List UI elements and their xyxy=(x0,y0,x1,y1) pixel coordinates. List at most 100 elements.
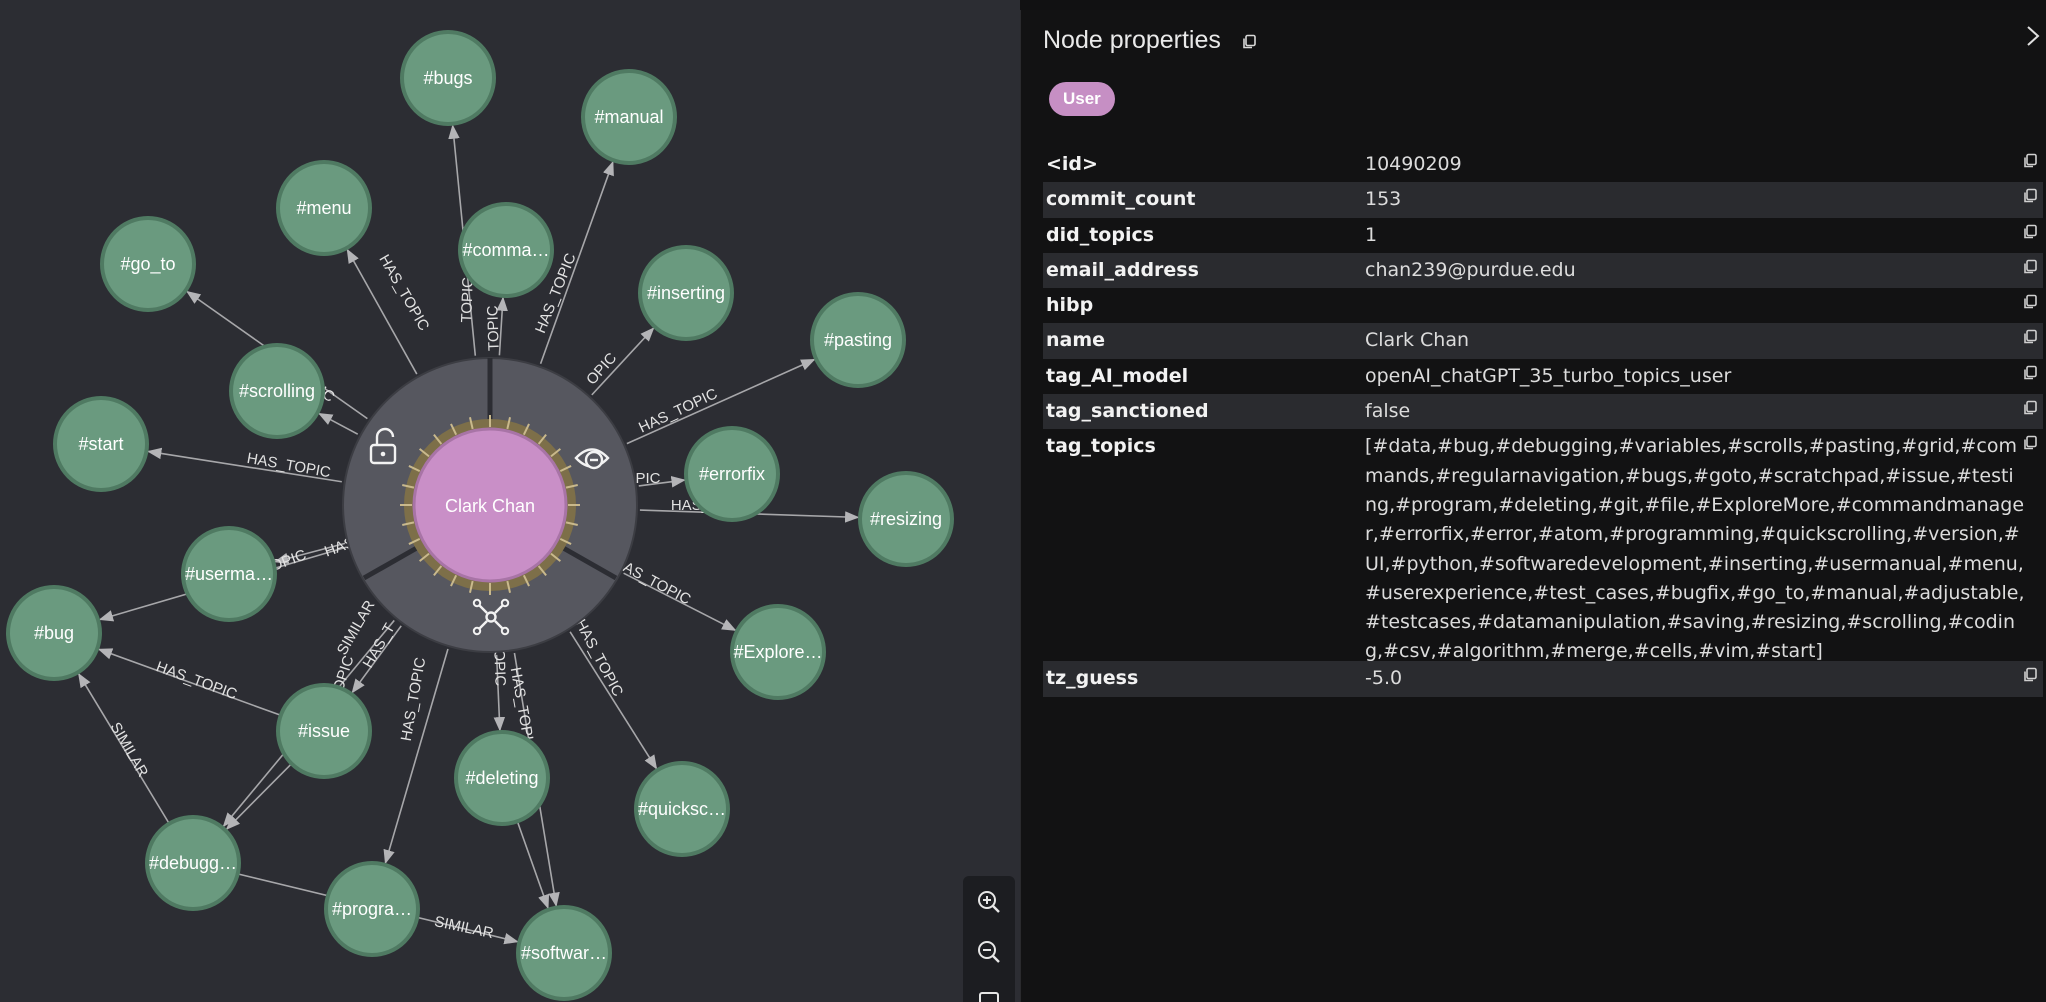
copy-property-button[interactable] xyxy=(2021,667,2039,685)
topic-node-label: #start xyxy=(78,434,123,454)
edge-has-topic[interactable] xyxy=(318,412,359,435)
topic-node-scrolling[interactable]: #scrolling xyxy=(229,343,325,439)
center-user-node[interactable]: Clark Chan xyxy=(445,496,535,516)
edge-label: HAS_TOPIC xyxy=(636,385,720,436)
topic-node-quicksc[interactable]: #quicksc… xyxy=(634,761,730,857)
topic-node-start[interactable]: #start xyxy=(53,396,149,492)
zoom-out-button[interactable] xyxy=(969,932,1009,972)
copy-icon xyxy=(2024,436,2037,450)
copy-property-button[interactable] xyxy=(2021,224,2039,242)
topic-node-label: #quicksc… xyxy=(638,799,726,819)
copy-icon xyxy=(2024,153,2037,168)
topic-node-label: #Explore… xyxy=(733,642,822,662)
topic-node-softwar[interactable]: #softwar… xyxy=(516,905,612,1001)
topic-node-inserting[interactable]: #inserting xyxy=(638,245,734,341)
topic-node-debugg[interactable]: #debugg… xyxy=(145,815,241,911)
property-value: openAI_chatGPT_35_turbo_topics_user xyxy=(1365,364,1732,387)
property-row: tz_guess -5.0 xyxy=(1043,661,2043,697)
property-value: 153 xyxy=(1365,188,1402,211)
copy-property-button[interactable] xyxy=(2021,435,2039,453)
property-row: commit_count 153 xyxy=(1043,182,2043,218)
property-key: hibp xyxy=(1046,294,1094,317)
copy-icon xyxy=(2024,259,2037,274)
property-value: -5.0 xyxy=(1365,667,1403,690)
graph-canvas[interactable]: TOPIC TOPIC HAS_TOPIC OPIC HAS_TOPIC PIC HAS_T… xyxy=(0,0,1020,1002)
copy-property-button[interactable] xyxy=(2021,365,2039,383)
topic-node-label: #deleting xyxy=(465,768,538,788)
edge-label: SIMILAR xyxy=(433,913,495,942)
topic-node-deleting[interactable]: #deleting xyxy=(454,730,550,826)
topic-node-goto[interactable]: #go_to xyxy=(100,216,196,312)
topic-node-label: #userma… xyxy=(185,564,273,584)
edge-label: SIMILAR xyxy=(107,720,152,781)
property-row: tag_AI_model openAI_chatGPT_35_turbo_topi… xyxy=(1043,359,2043,394)
copy-property-button[interactable] xyxy=(2021,259,2039,277)
property-key: tag_AI_model xyxy=(1046,364,1189,387)
edge-similar[interactable] xyxy=(516,821,550,910)
copy-property-button[interactable] xyxy=(2021,153,2039,171)
copy-property-button[interactable] xyxy=(2021,188,2039,206)
edge-has-topic[interactable] xyxy=(569,631,658,770)
topic-node-issue[interactable]: #issue xyxy=(276,683,372,779)
topic-node-label: #resizing xyxy=(870,509,942,529)
edge-label: PIC xyxy=(635,470,660,487)
graph-svg[interactable]: TOPICTOPIC HAS_TOPICOPICHAS_TOPICPICHAS_T… xyxy=(0,0,1020,1002)
property-key: email_address xyxy=(1046,258,1199,281)
topic-node-label: #progra… xyxy=(332,899,412,919)
topic-node-label: #menu xyxy=(296,198,351,218)
property-row: tag_topics [#data,#bug,#debugging,#variab… xyxy=(1043,429,2043,662)
node-label-badge[interactable]: User xyxy=(1049,82,1115,116)
topic-node-progra[interactable]: #progra… xyxy=(324,861,420,957)
topic-node-resizing[interactable]: #resizing xyxy=(858,471,954,567)
copy-icon xyxy=(2024,294,2037,309)
collapse-panel-button[interactable] xyxy=(2021,24,2045,48)
topic-node-label: #comma… xyxy=(462,240,549,260)
topic-node-label: #bug xyxy=(34,623,74,643)
properties-table: <id> 10490209 commit_count 153 did_topics 1 em… xyxy=(1043,147,2043,697)
topic-node-pasting[interactable]: #pasting xyxy=(810,292,906,388)
topic-node-label: #inserting xyxy=(647,283,725,303)
property-key: commit_count xyxy=(1046,188,1196,211)
zoom-in-icon xyxy=(978,891,1000,913)
copy-property-button[interactable] xyxy=(2021,294,2039,312)
topic-node-manual[interactable]: #manual xyxy=(581,69,677,165)
fit-to-screen-icon xyxy=(979,992,999,1002)
property-value: [#data,#bug,#debugging,#variables,#scrol… xyxy=(1365,435,2025,663)
property-key: did_topics xyxy=(1046,223,1155,246)
topic-node-errorfix[interactable]: #errorfix xyxy=(684,426,780,522)
edge-label: HAS_TOPIC xyxy=(375,252,432,334)
zoom-out-icon xyxy=(978,941,1000,963)
topic-node-label: #softwar… xyxy=(521,943,607,963)
edge-label: HAS_TOPIC xyxy=(572,616,627,699)
topic-node-menu[interactable]: #menu xyxy=(276,160,372,256)
property-value: 1 xyxy=(1365,223,1378,246)
copy-icon xyxy=(2024,330,2037,344)
topic-node-label: #manual xyxy=(594,107,663,127)
copy-property-button[interactable] xyxy=(2021,400,2039,418)
topic-node-bug[interactable]: #bug xyxy=(6,585,102,681)
edge-label: TOPIC xyxy=(484,305,503,351)
property-value: false xyxy=(1365,400,1411,423)
topic-node-label: #errorfix xyxy=(699,464,765,484)
topic-node-label: #bugs xyxy=(423,68,472,88)
property-row: <id> 10490209 xyxy=(1043,147,2043,182)
copy-icon xyxy=(2024,668,2037,682)
center-node-label: Clark Chan xyxy=(445,496,535,516)
property-row: email_address chan239@purdue.edu xyxy=(1043,252,2043,289)
topic-node-label: #issue xyxy=(298,721,350,741)
topic-node-label: #pasting xyxy=(824,330,892,350)
topic-node-label: #scrolling xyxy=(239,381,315,401)
zoom-in-button[interactable] xyxy=(969,882,1009,922)
copy-icon xyxy=(2024,188,2037,203)
topic-node-userma[interactable]: #userma… xyxy=(181,526,277,622)
topic-node-bugs[interactable]: #bugs xyxy=(400,30,496,126)
topic-node-explore[interactable]: #Explore… xyxy=(730,604,826,700)
fit-to-screen-button[interactable] xyxy=(969,982,1009,1002)
copy-property-button[interactable] xyxy=(2021,329,2039,347)
topic-node-comma[interactable]: #comma… xyxy=(458,202,554,298)
panel-title: Node properties xyxy=(1043,26,1221,54)
property-value: chan239@purdue.edu xyxy=(1365,258,1576,281)
edge-similar[interactable] xyxy=(225,763,293,830)
copy-icon[interactable] xyxy=(1241,34,1257,50)
topic-node-label: #debugg… xyxy=(149,853,237,873)
